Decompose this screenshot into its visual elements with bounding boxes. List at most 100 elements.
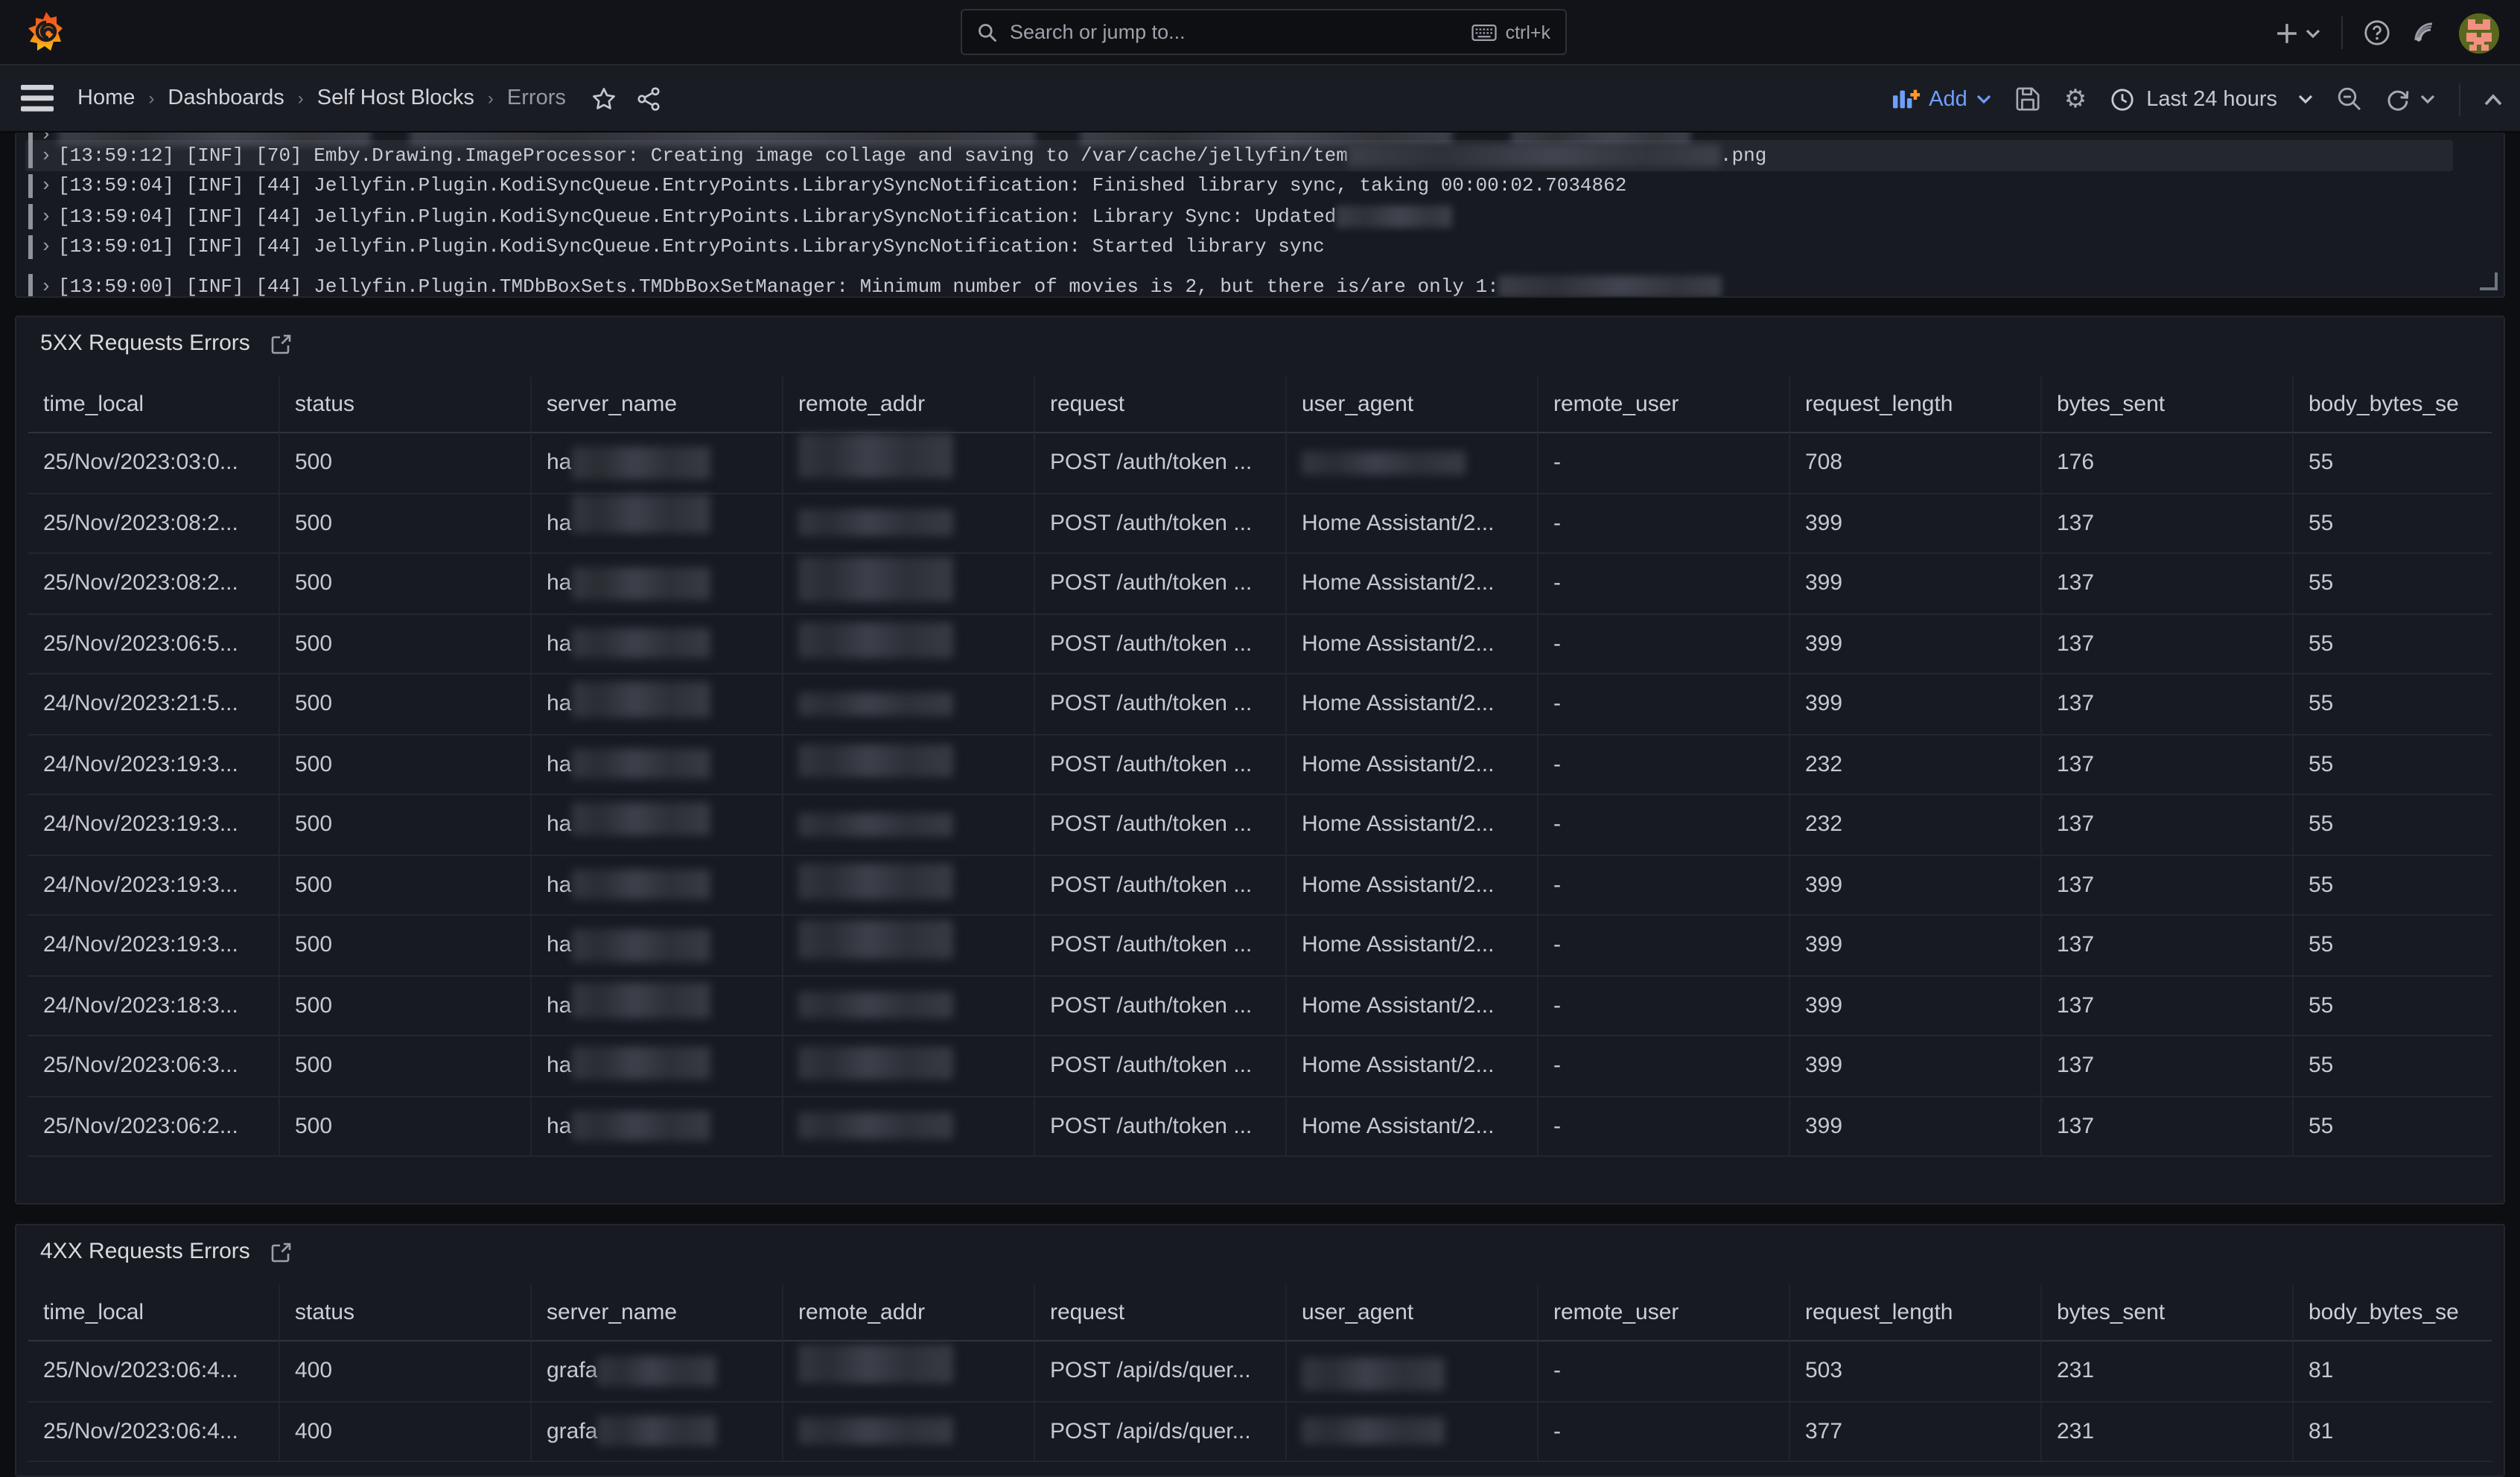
column-header-time_local[interactable]: time_local <box>28 1285 280 1342</box>
cell-body_bytes_se: 81 <box>2294 1402 2492 1462</box>
log-line[interactable]: › [13:59:00] [INF] [44] Jellyfin.Plugin.T… <box>16 271 2504 298</box>
log-line[interactable]: › [13:59:04] [INF] [44] Jellyfin.Plugin.K… <box>16 170 2504 201</box>
search-input[interactable]: Search or jump to... ctrl+k <box>961 9 1567 55</box>
column-header-status[interactable]: status <box>280 1285 532 1342</box>
save-dashboard-button[interactable] <box>2015 86 2040 112</box>
column-header-remote_user[interactable]: remote_user <box>1539 377 1790 433</box>
cell-status: 500 <box>280 855 532 916</box>
dashboard-settings-button[interactable]: ⚙ <box>2064 86 2087 112</box>
log-expand-chevron-icon[interactable]: › <box>40 236 52 258</box>
column-header-remote_addr[interactable]: remote_addr <box>783 1285 1035 1342</box>
user-avatar[interactable] <box>2459 13 2499 53</box>
column-header-bytes_sent[interactable]: bytes_sent <box>2042 1285 2294 1342</box>
table-row[interactable]: 24/Nov/2023:18:3...500haPOST /auth/token… <box>28 976 2492 1036</box>
redacted-value <box>571 929 710 962</box>
cell-request: POST /auth/token ... <box>1035 1036 1287 1097</box>
log-line[interactable]: ›[13:59:01] [INF] [44] Jellyfin.Plugin.K… <box>16 232 2504 262</box>
cell-request: POST /auth/token ... <box>1035 554 1287 614</box>
cell-request: POST /auth/token ... <box>1035 976 1287 1036</box>
column-header-remote_addr[interactable]: remote_addr <box>783 377 1035 433</box>
column-header-request[interactable]: request <box>1035 377 1287 433</box>
zoom-out-time-button[interactable] <box>2337 86 2362 112</box>
time-range-picker[interactable]: Last 24 hours <box>2110 87 2313 111</box>
cell-server_name: ha <box>532 916 783 976</box>
log-expand-chevron-icon[interactable]: › <box>40 275 52 298</box>
log-expand-chevron-icon[interactable]: › <box>40 144 52 167</box>
cell-bytes_sent: 231 <box>2042 1402 2294 1462</box>
redacted-value <box>798 920 953 959</box>
cell-time_local: 25/Nov/2023:06:4... <box>28 1402 280 1462</box>
log-text: .png <box>1720 144 1766 167</box>
table-row[interactable]: 25/Nov/2023:06:4...400grafaPOST /api/ds/… <box>28 1402 2492 1462</box>
new-button[interactable] <box>2276 22 2320 44</box>
redacted-value <box>1302 1358 1445 1391</box>
table-row[interactable]: 25/Nov/2023:06:3...500haPOST /auth/token… <box>28 1036 2492 1097</box>
log-level-bar <box>28 204 32 229</box>
table-row[interactable]: 25/Nov/2023:08:2...500haPOST /auth/token… <box>28 494 2492 554</box>
log-line[interactable]: ›[13:59:04] [INF] [44] Jellyfin.Plugin.K… <box>16 201 2504 232</box>
table-row[interactable]: 24/Nov/2023:21:5...500haPOST /auth/token… <box>28 674 2492 735</box>
column-header-user_agent[interactable]: user_agent <box>1287 1285 1539 1342</box>
table-row[interactable]: 24/Nov/2023:19:3...500haPOST /auth/token… <box>28 916 2492 976</box>
collapse-toolbar-button[interactable] <box>2484 93 2502 105</box>
cell-remote_addr <box>783 674 1035 735</box>
column-header-time_local[interactable]: time_local <box>28 377 280 433</box>
panel-title-5xx[interactable]: 5XX Requests Errors <box>40 331 250 356</box>
column-header-server_name[interactable]: server_name <box>532 377 783 433</box>
external-link-icon[interactable] <box>271 333 292 354</box>
refresh-interval-chevron-icon[interactable] <box>2420 94 2435 104</box>
column-header-server_name[interactable]: server_name <box>532 1285 783 1342</box>
help-button[interactable] <box>2364 19 2390 46</box>
breadcrumb-dashboards[interactable]: Dashboards <box>168 86 284 110</box>
column-header-bytes_sent[interactable]: bytes_sent <box>2042 377 2294 433</box>
cell-server_name: ha <box>532 433 783 494</box>
column-header-request[interactable]: request <box>1035 1285 1287 1342</box>
cell-remote_user: - <box>1539 554 1790 614</box>
cell-remote_user: - <box>1539 614 1790 674</box>
cell-user_agent: Home Assistant/2... <box>1287 614 1539 674</box>
add-panel-icon <box>1893 88 1920 110</box>
log-text: [13:59:00] [INF] [44] Jellyfin.Plugin.TM… <box>58 275 1499 298</box>
table-row[interactable]: 25/Nov/2023:06:5...500haPOST /auth/token… <box>28 614 2492 674</box>
cell-request: POST /auth/token ... <box>1035 674 1287 735</box>
breadcrumb-folder[interactable]: Self Host Blocks <box>317 86 474 110</box>
table-row[interactable]: 25/Nov/2023:06:2...500haPOST /auth/token… <box>28 1097 2492 1157</box>
column-header-status[interactable]: status <box>280 377 532 433</box>
share-button[interactable] <box>636 86 661 111</box>
table-row[interactable]: 24/Nov/2023:19:3...500haPOST /auth/token… <box>28 795 2492 855</box>
log-text: [13:59:12] [INF] [70] Emby.Drawing.Image… <box>58 144 1348 167</box>
refresh-button[interactable] <box>2386 87 2435 111</box>
news-button[interactable] <box>2411 19 2438 46</box>
breadcrumb-home[interactable]: Home <box>77 86 135 110</box>
column-header-request_length[interactable]: request_length <box>1790 1285 2042 1342</box>
log-line[interactable]: › [13:59:12] [INF] [70] Emby.Drawing.Imag… <box>16 140 2504 170</box>
favorite-star-button[interactable] <box>591 86 617 111</box>
column-header-request_length[interactable]: request_length <box>1790 377 2042 433</box>
log-expand-chevron-icon[interactable]: › <box>40 175 52 197</box>
table-row[interactable]: 25/Nov/2023:06:4...400grafaPOST /api/ds/… <box>28 1342 2492 1402</box>
log-text: [13:59:04] [INF] [44] Jellyfin.Plugin.Ko… <box>58 175 1626 197</box>
table-row[interactable]: 25/Nov/2023:03:0...500haPOST /auth/token… <box>28 433 2492 494</box>
column-header-remote_user[interactable]: remote_user <box>1539 1285 1790 1342</box>
panel-4xx-requests-errors: 4XX Requests Errors time_localstatusserv… <box>15 1224 2505 1477</box>
column-header-body_bytes_se[interactable]: body_bytes_se <box>2294 1285 2492 1342</box>
add-panel-button[interactable]: Add <box>1893 87 1991 111</box>
cell-remote_user: - <box>1539 795 1790 855</box>
logs-panel[interactable]: › › [13:59:12] [INF] [70] Emby.Drawing.Ima… <box>15 133 2505 298</box>
external-link-icon[interactable] <box>271 1241 292 1262</box>
log-expand-chevron-icon[interactable]: › <box>40 205 52 228</box>
redacted-value <box>571 629 710 659</box>
column-header-body_bytes_se[interactable]: body_bytes_se <box>2294 377 2492 433</box>
table-row[interactable]: 24/Nov/2023:19:3...500haPOST /auth/token… <box>28 735 2492 795</box>
table-row[interactable]: 25/Nov/2023:08:2...500haPOST /auth/token… <box>28 554 2492 614</box>
table-row[interactable]: 24/Nov/2023:19:3...500haPOST /auth/token… <box>28 855 2492 916</box>
cell-time_local: 24/Nov/2023:21:5... <box>28 674 280 735</box>
panel-resize-handle[interactable] <box>2480 272 2498 290</box>
column-header-user_agent[interactable]: user_agent <box>1287 377 1539 433</box>
grafana-logo-icon[interactable] <box>24 10 69 55</box>
chevron-up-icon <box>2484 93 2502 105</box>
cell-body_bytes_se: 55 <box>2294 916 2492 976</box>
cell-status: 500 <box>280 795 532 855</box>
panel-title-4xx[interactable]: 4XX Requests Errors <box>40 1239 250 1264</box>
menu-toggle-icon[interactable] <box>21 83 54 113</box>
